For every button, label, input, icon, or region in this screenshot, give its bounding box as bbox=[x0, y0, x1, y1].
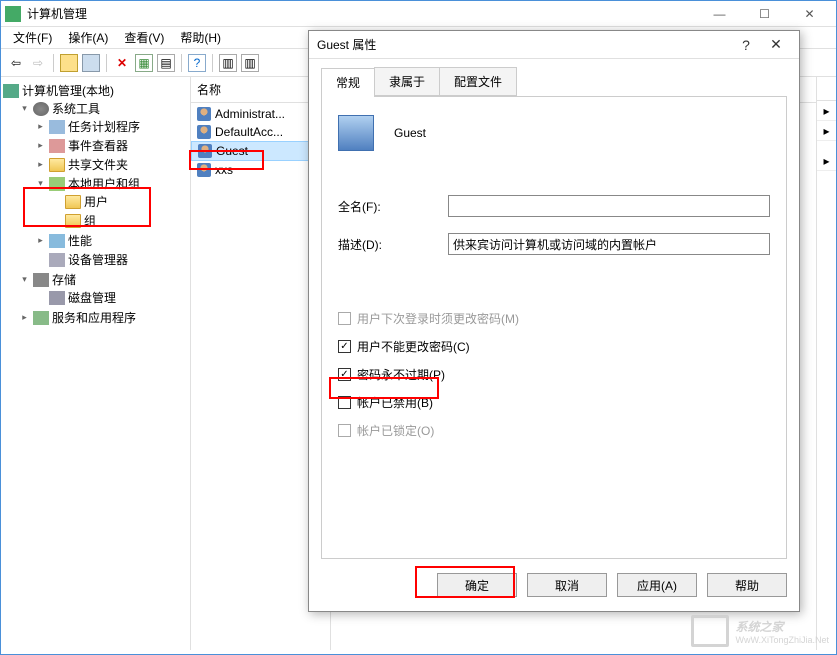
full-name-input[interactable] bbox=[448, 195, 770, 217]
tree-pane[interactable]: 计算机管理(本地) ▾系统工具 ▸任务计划程序 ▸事件查看器 ▸共享文件夹 ▾本… bbox=[1, 77, 191, 650]
delete-button[interactable]: ✕ bbox=[113, 54, 131, 72]
watermark-url: WwW.XiTongZhiJia.Net bbox=[735, 635, 829, 645]
chk-cannot-change[interactable] bbox=[338, 340, 351, 353]
dialog-close-button[interactable]: ✕ bbox=[761, 36, 791, 53]
tree-disk-mgmt[interactable]: 磁盘管理 bbox=[35, 289, 188, 306]
watermark: 系统之家 WwW.XiTongZhiJia.Net bbox=[691, 615, 829, 647]
action-arrow[interactable]: ▸ bbox=[817, 121, 836, 141]
tab-member-of[interactable]: 隶属于 bbox=[374, 67, 440, 96]
watermark-brand: 系统之家 bbox=[735, 620, 783, 634]
ok-button[interactable]: 确定 bbox=[437, 573, 517, 597]
back-button[interactable]: ⇦ bbox=[7, 54, 25, 72]
tree-task-scheduler[interactable]: ▸任务计划程序 bbox=[35, 118, 188, 135]
watermark-icon bbox=[691, 615, 729, 647]
new-button[interactable] bbox=[60, 54, 78, 72]
menu-view[interactable]: 查看(V) bbox=[116, 27, 172, 48]
properties-button[interactable] bbox=[82, 54, 100, 72]
menu-action[interactable]: 操作(A) bbox=[60, 27, 116, 48]
full-name-label: 全名(F): bbox=[338, 198, 448, 215]
dialog-title: Guest 属性 bbox=[317, 36, 731, 53]
actions-pane: ▸ ▸ ▸ bbox=[816, 77, 836, 650]
tab-content-general: Guest 全名(F): 描述(D): 用户下次登录时须更改密码(M) 用户不能… bbox=[321, 97, 787, 559]
maximize-button[interactable]: ☐ bbox=[742, 2, 787, 26]
menu-help[interactable]: 帮助(H) bbox=[172, 27, 229, 48]
chk-must-change bbox=[338, 312, 351, 325]
tree-services-apps[interactable]: ▸服务和应用程序 bbox=[19, 309, 188, 326]
cancel-button[interactable]: 取消 bbox=[527, 573, 607, 597]
refresh-button[interactable]: ▦ bbox=[135, 54, 153, 72]
description-input[interactable] bbox=[448, 233, 770, 255]
lbl-never-expire[interactable]: 密码永不过期(P) bbox=[357, 366, 445, 383]
tabs: 常规 隶属于 配置文件 bbox=[321, 67, 787, 97]
lbl-must-change: 用户下次登录时须更改密码(M) bbox=[357, 310, 519, 327]
view2-button[interactable]: ▥ bbox=[241, 54, 259, 72]
guest-properties-dialog: Guest 属性 ? ✕ 常规 隶属于 配置文件 Guest 全名(F): 描述… bbox=[308, 30, 800, 612]
apply-button[interactable]: 应用(A) bbox=[617, 573, 697, 597]
tree-shared-folders[interactable]: ▸共享文件夹 bbox=[35, 156, 188, 173]
dialog-titlebar[interactable]: Guest 属性 ? ✕ bbox=[309, 31, 799, 59]
chk-account-locked bbox=[338, 424, 351, 437]
user-large-icon bbox=[338, 115, 374, 151]
dialog-help-button[interactable]: ? bbox=[731, 37, 761, 53]
chk-account-disabled[interactable] bbox=[338, 396, 351, 409]
menu-file[interactable]: 文件(F) bbox=[5, 27, 60, 48]
chk-never-expire[interactable] bbox=[338, 368, 351, 381]
export-button[interactable]: ▤ bbox=[157, 54, 175, 72]
account-name: Guest bbox=[394, 126, 426, 140]
tree-root[interactable]: 计算机管理(本地) bbox=[3, 82, 188, 99]
view1-button[interactable]: ▥ bbox=[219, 54, 237, 72]
tree-system-tools[interactable]: ▾系统工具 bbox=[19, 100, 188, 117]
user-icon bbox=[197, 125, 211, 139]
tree-storage[interactable]: ▾存储 bbox=[19, 271, 188, 288]
tree-groups[interactable]: 组 bbox=[51, 212, 188, 229]
action-arrow[interactable]: ▸ bbox=[817, 151, 836, 171]
action-arrow[interactable]: ▸ bbox=[817, 101, 836, 121]
tab-general[interactable]: 常规 bbox=[321, 68, 375, 97]
help-button[interactable]: ? bbox=[188, 54, 206, 72]
forward-button[interactable]: ⇨ bbox=[29, 54, 47, 72]
tree-users[interactable]: 用户 bbox=[51, 193, 188, 210]
user-icon bbox=[197, 107, 211, 121]
user-icon bbox=[198, 144, 212, 158]
help-button[interactable]: 帮助 bbox=[707, 573, 787, 597]
app-icon bbox=[5, 6, 21, 22]
tree-performance[interactable]: ▸性能 bbox=[35, 232, 188, 249]
description-label: 描述(D): bbox=[338, 236, 448, 253]
titlebar[interactable]: 计算机管理 — ☐ ✕ bbox=[1, 1, 836, 27]
lbl-cannot-change[interactable]: 用户不能更改密码(C) bbox=[357, 338, 470, 355]
user-icon bbox=[197, 163, 211, 177]
window-title: 计算机管理 bbox=[27, 5, 697, 22]
minimize-button[interactable]: — bbox=[697, 2, 742, 26]
close-button[interactable]: ✕ bbox=[787, 2, 832, 26]
tree-device-manager[interactable]: 设备管理器 bbox=[35, 251, 188, 268]
lbl-account-disabled[interactable]: 帐户已禁用(B) bbox=[357, 394, 433, 411]
tree-event-viewer[interactable]: ▸事件查看器 bbox=[35, 137, 188, 154]
lbl-account-locked: 帐户已锁定(O) bbox=[357, 422, 434, 439]
tree-local-users-groups[interactable]: ▾本地用户和组 bbox=[35, 175, 188, 192]
tab-profile[interactable]: 配置文件 bbox=[439, 67, 517, 96]
